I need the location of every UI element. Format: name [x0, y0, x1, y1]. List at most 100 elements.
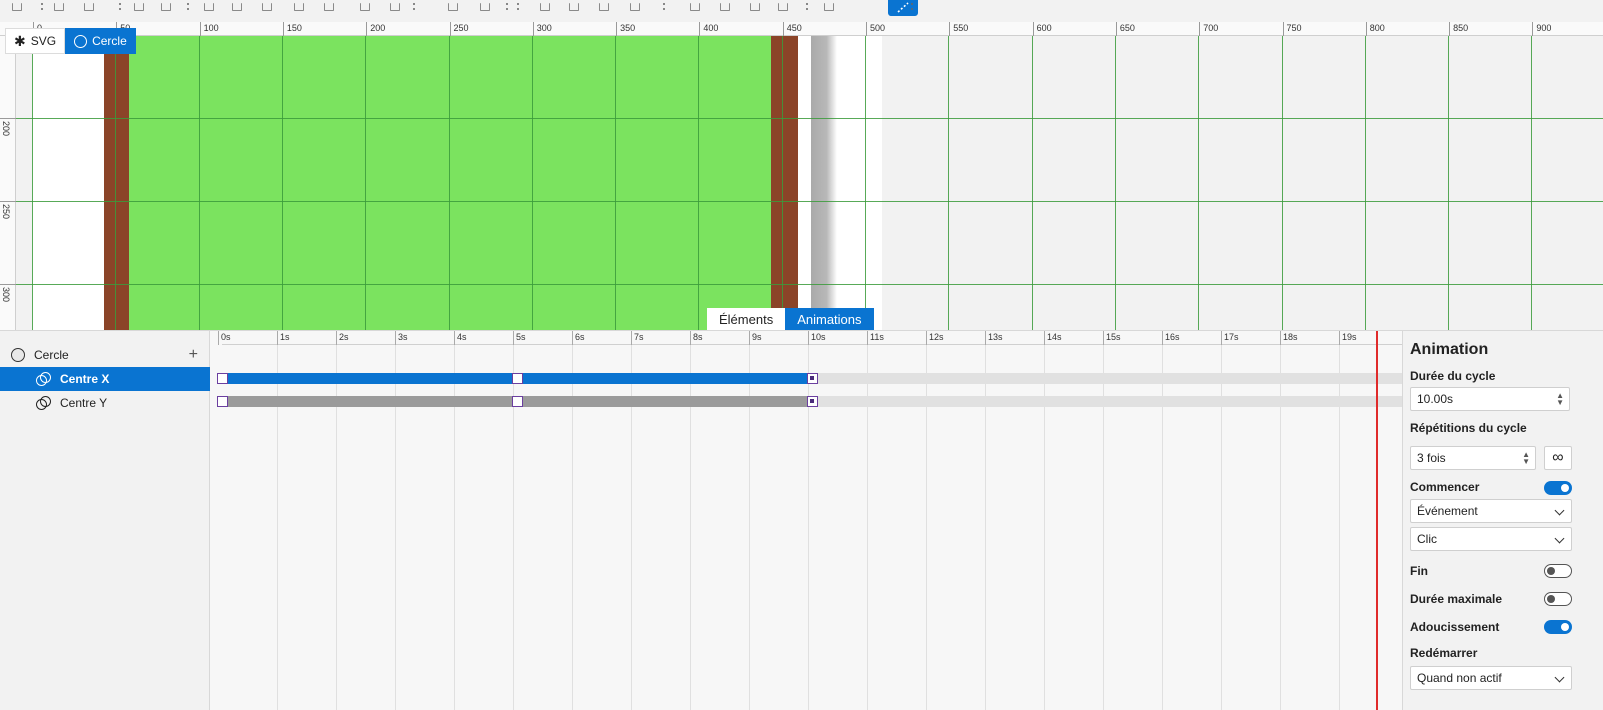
toolbar-tool-icon[interactable] [50, 0, 68, 14]
end-toggle[interactable] [1544, 564, 1572, 578]
grid-line [281, 36, 283, 334]
toolbar-tool-icon[interactable] [80, 0, 98, 14]
cycle-duration-input[interactable]: 10.00s ▲ ▼ [1410, 387, 1570, 411]
keyframe-handle[interactable] [807, 373, 818, 384]
timeline-playhead[interactable] [1376, 331, 1379, 710]
toolbar-more-icon[interactable] [805, 1, 808, 13]
layer-centre-y[interactable]: Centre Y [0, 391, 210, 415]
grid-line [16, 118, 1603, 119]
max-duration-toggle[interactable] [1544, 592, 1572, 606]
add-animation-button[interactable]: + [189, 347, 198, 363]
grid-line [781, 36, 783, 334]
timeline-tick-label: 5s [513, 331, 526, 345]
layer-centre-x[interactable]: Centre X [0, 367, 210, 391]
timeline-tick-label: 10s [808, 331, 826, 345]
toolbar-tool-icon[interactable] [8, 0, 26, 14]
keyframe-handle[interactable] [512, 373, 523, 384]
timeline-tick-label: 19s [1339, 331, 1357, 345]
ruler-tick-label: 500 [866, 22, 885, 36]
begin-toggle[interactable] [1544, 481, 1572, 495]
toolbar-tool-icon[interactable] [157, 0, 175, 14]
toolbar-tool-icon[interactable] [686, 0, 704, 14]
restart-select[interactable]: Quand non actif [1410, 666, 1572, 690]
begin-event-select[interactable]: Clic [1410, 527, 1572, 551]
toolbar-tool-icon[interactable] [774, 0, 792, 14]
keyframe-handle[interactable] [512, 396, 523, 407]
timeline-tick-label: 15s [1103, 331, 1121, 345]
cycle-repeats-input[interactable]: 3 fois ▲ ▼ [1410, 446, 1536, 470]
toolbar-more-icon[interactable] [516, 1, 519, 13]
infinity-icon: ∞ [1552, 449, 1564, 466]
infinite-repeat-button[interactable]: ∞ [1544, 446, 1572, 470]
timeline-tick-label: 7s [631, 331, 644, 345]
toolbar-tool-icon[interactable] [290, 0, 308, 14]
toolbar-tool-icon[interactable] [626, 0, 644, 14]
chevron-down-icon [1554, 672, 1565, 683]
timeline-tick-label: 16s [1162, 331, 1180, 345]
grid-line [948, 36, 950, 334]
ruler-tick-label: 650 [1115, 22, 1135, 36]
breadcrumb-svg[interactable]: ✱ SVG [5, 28, 66, 54]
panel-tabs: Éléments Animations [707, 308, 874, 330]
toolbar-more-icon[interactable] [412, 1, 415, 13]
breadcrumb-cercle[interactable]: Cercle [65, 28, 136, 54]
drawing-canvas[interactable] [16, 36, 1603, 334]
ruler-tick-label: 250 [449, 22, 469, 36]
ruler-tick-label: 750 [1282, 22, 1302, 36]
ruler-tick-label: 400 [699, 22, 718, 36]
keyframe-handle[interactable] [217, 396, 228, 407]
toolbar-more-icon[interactable] [662, 1, 665, 13]
keyframe-handle[interactable] [807, 396, 818, 407]
tab-animations[interactable]: Animations [785, 308, 874, 330]
toolbar-tool-icon[interactable] [386, 0, 404, 14]
max-duration-label: Durée maximale [1410, 592, 1503, 606]
toolbar-tool-icon[interactable] [746, 0, 764, 14]
toolbar-tool-icon[interactable] [200, 0, 218, 14]
timeline[interactable]: 0s 1s 2s 3s 4s 5s 6s 7s 8s 9s 10s 11s 12s 13s 14s 15s 16… [217, 331, 1402, 710]
spinner-icon[interactable]: ▲ ▼ [1522, 451, 1530, 466]
toolbar-tool-icon[interactable] [356, 0, 374, 14]
circle-fill[interactable] [129, 36, 771, 334]
toolbar-more-icon[interactable] [40, 1, 43, 13]
toolbar-more-icon[interactable] [186, 1, 189, 13]
keyframe-handle[interactable] [217, 373, 228, 384]
toolbar-tool-icon[interactable] [716, 0, 734, 14]
ruler-tick-label: 600 [1032, 22, 1052, 36]
path-tool-icon[interactable] [888, 0, 918, 16]
cycle-duration-label: Durée du cycle [1410, 369, 1496, 383]
toolbar-tool-icon[interactable] [228, 0, 246, 14]
grid-line [698, 36, 700, 334]
ruler-tick-label: 900 [1532, 22, 1551, 36]
animation-icon [36, 372, 51, 386]
toolbar [0, 0, 1603, 18]
chevron-down-icon [1554, 505, 1565, 516]
toolbar-tool-icon[interactable] [258, 0, 276, 14]
ruler-tick-label: 300 [532, 22, 552, 36]
toolbar-tool-icon[interactable] [444, 0, 462, 14]
grid-line [365, 36, 367, 334]
toolbar-tool-icon[interactable] [536, 0, 554, 14]
timeline-tick-label: 6s [572, 331, 585, 345]
toolbar-tool-icon[interactable] [595, 0, 613, 14]
circle-icon [74, 34, 88, 48]
grid-line [1364, 36, 1366, 334]
toolbar-more-icon[interactable] [118, 1, 121, 13]
begin-label: Commencer [1410, 480, 1480, 494]
toolbar-more-icon[interactable] [505, 1, 508, 13]
timeline-tick-label: 0s [218, 331, 231, 345]
layer-cercle[interactable]: Cercle + [0, 343, 210, 367]
editor-window: 0501001502002503003504004505005506006507… [0, 0, 1603, 710]
toolbar-tool-icon[interactable] [320, 0, 338, 14]
toolbar-more-icon[interactable] [910, 1, 913, 13]
grid-line [615, 36, 617, 334]
toolbar-tool-icon[interactable] [476, 0, 494, 14]
smoothing-toggle[interactable] [1544, 620, 1572, 634]
toolbar-tool-icon[interactable] [565, 0, 583, 14]
grid-line [1031, 36, 1033, 334]
toolbar-tool-icon[interactable] [820, 0, 838, 14]
tab-elements[interactable]: Éléments [707, 308, 786, 330]
timeline-tick-label: 4s [454, 331, 467, 345]
begin-trigger-select[interactable]: Événement [1410, 499, 1572, 523]
toolbar-tool-icon[interactable] [130, 0, 148, 14]
spinner-icon[interactable]: ▲ ▼ [1556, 392, 1564, 407]
